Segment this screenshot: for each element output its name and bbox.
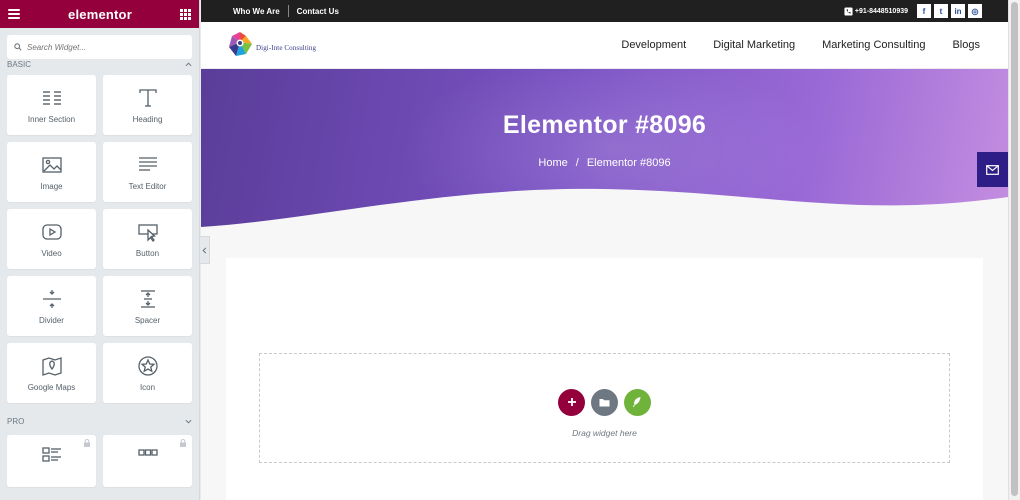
widget-label: Text Editor — [128, 181, 167, 191]
widget-label: Video — [41, 248, 62, 258]
button-icon — [137, 223, 158, 242]
mail-icon — [986, 164, 999, 175]
widget-label: Button — [135, 248, 160, 258]
widget-posts[interactable] — [7, 435, 96, 487]
dropzone-actions — [558, 388, 651, 416]
breadcrumb-separator: / — [575, 157, 579, 169]
widget-label: Image — [40, 181, 63, 191]
page-title: Elementor #8096 — [502, 111, 707, 139]
widget-heading[interactable]: Heading — [103, 75, 192, 135]
menu-item-blogs[interactable]: Blogs — [952, 39, 980, 51]
panel-brand: elementor — [68, 6, 132, 22]
menu-item-digital-marketing[interactable]: Digital Marketing — [713, 39, 795, 51]
phone-text: +91-8448510939 — [854, 7, 908, 15]
add-section-button[interactable] — [558, 388, 585, 416]
top-link-divider — [287, 5, 289, 17]
video-icon — [41, 223, 62, 240]
posts-icon — [41, 447, 61, 462]
contact-mail-button[interactable] — [977, 152, 1008, 187]
widget-label: Divider — [39, 315, 64, 325]
widget-icon[interactable]: Icon — [103, 343, 192, 403]
breadcrumb: Home / Elementor #8096 — [201, 157, 1008, 169]
search-icon — [14, 43, 22, 51]
category-basic-label: BASIC — [7, 59, 32, 69]
breadcrumb-current: Elementor #8096 — [586, 157, 671, 169]
apps-grid-icon[interactable] — [180, 8, 191, 20]
linkedin-icon[interactable]: in — [951, 4, 965, 18]
add-section-dropzone[interactable]: Drag widget here — [259, 353, 950, 463]
main-navbar: Digi-Inte Consulting Development Digital… — [201, 22, 1008, 69]
hero-wave-divider — [201, 188, 1008, 239]
inner-section-icon — [42, 90, 61, 105]
menu-icon[interactable] — [8, 9, 20, 19]
map-icon — [41, 356, 62, 376]
twitter-icon[interactable]: t — [934, 4, 948, 18]
site-preview: Who We Are Contact Us +91-8448510939 f t… — [201, 0, 1008, 500]
widget-image[interactable]: Image — [7, 142, 96, 202]
panel-collapse-toggle[interactable] — [200, 236, 210, 264]
category-pro-label: PRO — [7, 416, 25, 426]
page-hero: Elementor #8096 Home / Elementor #8096 — [201, 69, 1008, 239]
star-icon — [137, 355, 158, 376]
chevron-left-icon — [202, 247, 207, 253]
widget-label: Google Maps — [27, 382, 76, 392]
widget-label: Inner Section — [27, 114, 76, 124]
widget-button[interactable]: Button — [103, 209, 192, 269]
chevron-down-icon — [185, 419, 192, 424]
chevron-up-icon — [185, 61, 192, 66]
widget-spacer[interactable]: Spacer — [103, 276, 192, 336]
site-logo[interactable]: Digi-Inte Consulting — [226, 30, 316, 60]
widget-label: Icon — [139, 382, 156, 392]
widget-text-editor[interactable]: Text Editor — [103, 142, 192, 202]
widget-search[interactable] — [7, 35, 192, 59]
widget-google-maps[interactable]: Google Maps — [7, 343, 96, 403]
main-menu: Development Digital Marketing Marketing … — [621, 39, 980, 51]
contact-us-link[interactable]: Contact Us — [297, 7, 339, 16]
top-contact: +91-8448510939 f t in ◎ — [844, 4, 1008, 18]
widget-label: Spacer — [134, 315, 161, 325]
page-content-area: Drag widget here — [226, 258, 983, 500]
dropzone-label: Drag widget here — [572, 427, 637, 438]
widget-label: Heading — [132, 114, 163, 124]
folder-icon — [599, 398, 610, 406]
logo-mark-icon — [229, 32, 252, 56]
lock-icon — [180, 439, 186, 447]
text-editor-icon — [138, 156, 157, 171]
widget-portfolio[interactable] — [103, 435, 192, 487]
widget-divider[interactable]: Divider — [7, 276, 96, 336]
elementor-panel: elementor BASIC Inner Section Heading Im… — [0, 0, 200, 500]
portfolio-icon — [137, 449, 158, 456]
menu-item-development[interactable]: Development — [621, 39, 686, 51]
image-icon — [41, 156, 62, 173]
page-scrollbar[interactable] — [1008, 0, 1020, 500]
top-links: Who We Are Contact Us — [233, 5, 339, 17]
widget-inner-section[interactable]: Inner Section — [7, 75, 96, 135]
spacer-icon — [140, 289, 155, 308]
plus-icon — [567, 398, 576, 406]
scrollbar-thumb[interactable] — [1011, 2, 1018, 496]
category-pro[interactable]: PRO — [7, 413, 192, 429]
top-bar: Who We Are Contact Us +91-8448510939 f t… — [201, 0, 1008, 22]
who-we-are-link[interactable]: Who We Are — [233, 7, 280, 16]
widget-video[interactable]: Video — [7, 209, 96, 269]
logo-text: Digi-Inte Consulting — [256, 44, 317, 52]
phone-number[interactable]: +91-8448510939 — [844, 6, 908, 16]
add-template-button[interactable] — [591, 388, 618, 416]
pro-widgets-grid — [0, 429, 199, 487]
facebook-icon[interactable]: f — [917, 4, 931, 18]
instagram-icon[interactable]: ◎ — [968, 4, 982, 18]
breadcrumb-home[interactable]: Home — [538, 157, 567, 169]
heading-icon — [138, 88, 157, 107]
panel-header: elementor — [0, 0, 199, 28]
leaf-icon — [633, 397, 641, 408]
search-input[interactable] — [27, 42, 177, 52]
basic-widgets-grid: Inner Section Heading Image Text Editor … — [0, 69, 199, 403]
category-basic[interactable]: BASIC — [7, 59, 192, 69]
divider-icon — [42, 289, 61, 308]
menu-item-marketing-consulting[interactable]: Marketing Consulting — [822, 39, 925, 51]
phone-icon — [844, 6, 853, 16]
envato-kit-button[interactable] — [624, 388, 651, 416]
lock-icon — [84, 439, 90, 447]
social-links: f t in ◎ — [917, 4, 982, 18]
